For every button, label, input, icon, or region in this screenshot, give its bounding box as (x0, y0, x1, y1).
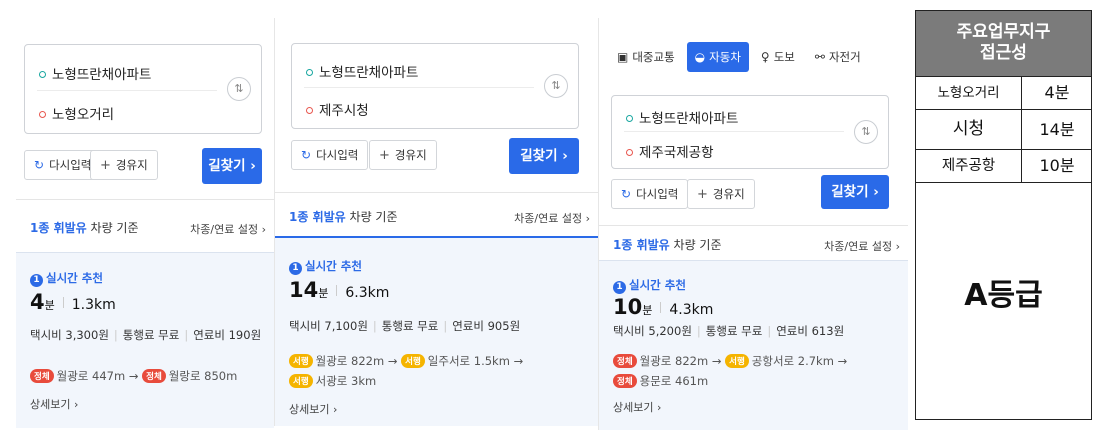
table-row: 시청 14분 (916, 109, 1091, 149)
realtime-recommend-label: 1 실시간 추천 (30, 270, 103, 287)
fuel-basis: 1종 휘발유 차량 기준 (30, 221, 139, 235)
table-place: 노형오거리 (916, 77, 1022, 109)
destination-dot-icon (39, 111, 46, 118)
route-input-box: 노형뜨란채아파트 제주국제공항 ⇅ (611, 95, 889, 169)
car-icon: ◒ (694, 50, 706, 64)
origin-dot-icon (39, 71, 46, 78)
table-place: 제주공항 (916, 150, 1022, 182)
refresh-icon: ↻ (34, 158, 45, 172)
swap-icon[interactable]: ⇅ (854, 120, 878, 144)
tab-transit[interactable]: ▣ 대중교통 (609, 42, 683, 72)
detail-link[interactable]: 상세보기 › (30, 396, 78, 412)
bike-icon: ⚯ (814, 50, 825, 64)
plus-icon: + (379, 148, 390, 163)
route-panel-3: ▣ 대중교통 ◒ 자동차 ♀ 도보 ⚯ 자전거 노형뜨란채아파트 제주국제공항 ⇅ ↻ 다… (598, 18, 908, 430)
slow-badge: 서행 (725, 354, 749, 368)
travel-time: 4분 1.3km (30, 290, 116, 314)
destination-field[interactable]: 제주시청 (306, 99, 538, 119)
refresh-icon: ↻ (621, 187, 632, 201)
route-input-box: 노형뜨란채아파트 노형오거리 ⇅ (24, 44, 262, 134)
tab-walk[interactable]: ♀ 도보 (753, 42, 803, 72)
road-segments: 서행 월광로 822m → 서행 일주서로 1.5km → (289, 353, 523, 369)
search-route-button[interactable]: 길찾기 › (821, 175, 889, 209)
plus-icon: + (697, 187, 708, 202)
table-row: 제주공항 10분 (916, 149, 1091, 182)
road-segments: 서행 서광로 3km (289, 373, 376, 389)
fuel-basis: 1종 휘발유 차량 기준 (613, 238, 722, 252)
plus-icon: + (100, 158, 111, 173)
search-route-button[interactable]: 길찾기 › (509, 138, 579, 174)
fuel-basis: 1종 휘발유 차량 기준 (289, 210, 398, 224)
add-waypoint-button[interactable]: + 경유지 (369, 140, 437, 170)
travel-time: 14분 6.3km (289, 278, 390, 302)
add-waypoint-button[interactable]: + 경유지 (90, 150, 158, 180)
table-title: 주요업무지구 접근성 (916, 11, 1091, 76)
detail-link[interactable]: 상세보기 › (289, 401, 337, 417)
route-costs: 택시비 7,100원 | 통행료 무료 | 연료비 905원 (289, 319, 521, 333)
origin-dot-icon (306, 69, 313, 76)
realtime-recommend-label: 1 실시간 추천 (613, 277, 686, 294)
road-segments: 정체 월광로 447m → 정체 월랑로 850m (30, 368, 237, 384)
car-fuel-setting-link[interactable]: 차종/연료 설정 › (824, 238, 900, 254)
jam-badge: 정체 (613, 374, 637, 388)
add-waypoint-button[interactable]: + 경유지 (687, 179, 755, 209)
origin-dot-icon (626, 115, 633, 122)
destination-field[interactable]: 제주국제공항 (626, 141, 848, 161)
table-time: 4분 (1044, 83, 1070, 102)
refresh-icon: ↻ (301, 148, 312, 162)
route-result-card[interactable]: 1 실시간 추천 4분 1.3km 택시비 3,300원 | 통행료 무료 | 연료비 19… (16, 252, 274, 428)
destination-field[interactable]: 노형오거리 (39, 103, 221, 123)
travel-time: 10분 4.3km (613, 295, 714, 319)
table-row: 노형오거리 4분 (916, 76, 1091, 109)
grade-label: A등급 (916, 182, 1091, 419)
car-fuel-setting-link[interactable]: 차종/연료 설정 › (514, 210, 590, 226)
swap-icon[interactable]: ⇅ (227, 77, 251, 101)
table-time: 14분 (1039, 120, 1075, 139)
origin-field[interactable]: 노형뜨란채아파트 (626, 107, 848, 127)
jam-badge: 정체 (30, 369, 54, 383)
reset-button[interactable]: ↻ 다시입력 (291, 140, 369, 170)
reset-button[interactable]: ↻ 다시입력 (611, 179, 689, 209)
jam-badge: 정체 (613, 354, 637, 368)
tab-bike[interactable]: ⚯ 자전거 (807, 42, 869, 72)
route-costs: 택시비 3,300원 | 통행료 무료 | 연료비 190원 (30, 328, 262, 342)
route-costs: 택시비 5,200원 | 통행료 무료 | 연료비 613원 (613, 324, 845, 338)
accessibility-table: 주요업무지구 접근성 노형오거리 4분 시청 14분 제주공항 10분 A등급 (915, 10, 1092, 420)
slow-badge: 서행 (289, 374, 313, 388)
bus-icon: ▣ (617, 50, 629, 64)
car-fuel-setting-link[interactable]: 차종/연료 설정 › (190, 221, 266, 237)
route-panel-1: 노형뜨란채아파트 노형오거리 ⇅ ↻ 다시입력 + 경유지 길찾기 › 1종 휘발유… (16, 18, 274, 431)
transport-mode-tabs: ▣ 대중교통 ◒ 자동차 ♀ 도보 ⚯ 자전거 (609, 42, 873, 72)
realtime-recommend-label: 1 실시간 추천 (289, 258, 362, 275)
road-segments: 정체 월광로 822m → 서행 공항서로 2.7km → (613, 353, 847, 369)
road-segments: 정체 용문로 461m (613, 373, 708, 389)
slow-badge: 서행 (289, 354, 313, 368)
swap-icon[interactable]: ⇅ (544, 74, 568, 98)
walk-icon: ♀ (760, 50, 770, 64)
table-place: 시청 (916, 110, 1022, 149)
search-route-button[interactable]: 길찾기 › (202, 148, 262, 184)
route-result-card[interactable]: 1 실시간 추천 14분 6.3km 택시비 7,100원 | 통행료 무료 | 연료비 9… (275, 236, 598, 426)
destination-dot-icon (626, 149, 633, 156)
destination-dot-icon (306, 107, 313, 114)
route-result-card[interactable]: 1 실시간 추천 10분 4.3km 택시비 5,200원 | 통행료 무료 | 연료비 6… (599, 260, 908, 430)
jam-badge: 정체 (142, 369, 166, 383)
table-time: 10분 (1039, 156, 1075, 175)
origin-field[interactable]: 노형뜨란채아파트 (306, 61, 538, 81)
origin-field[interactable]: 노형뜨란채아파트 (39, 63, 221, 83)
tab-car[interactable]: ◒ 자동차 (686, 42, 749, 72)
route-input-box: 노형뜨란채아파트 제주시청 ⇅ (291, 43, 579, 129)
detail-link[interactable]: 상세보기 › (613, 399, 661, 415)
route-panel-2: 노형뜨란채아파트 제주시청 ⇅ ↻ 다시입력 + 경유지 길찾기 › 1종 휘발유 … (274, 18, 598, 426)
slow-badge: 서행 (401, 354, 425, 368)
